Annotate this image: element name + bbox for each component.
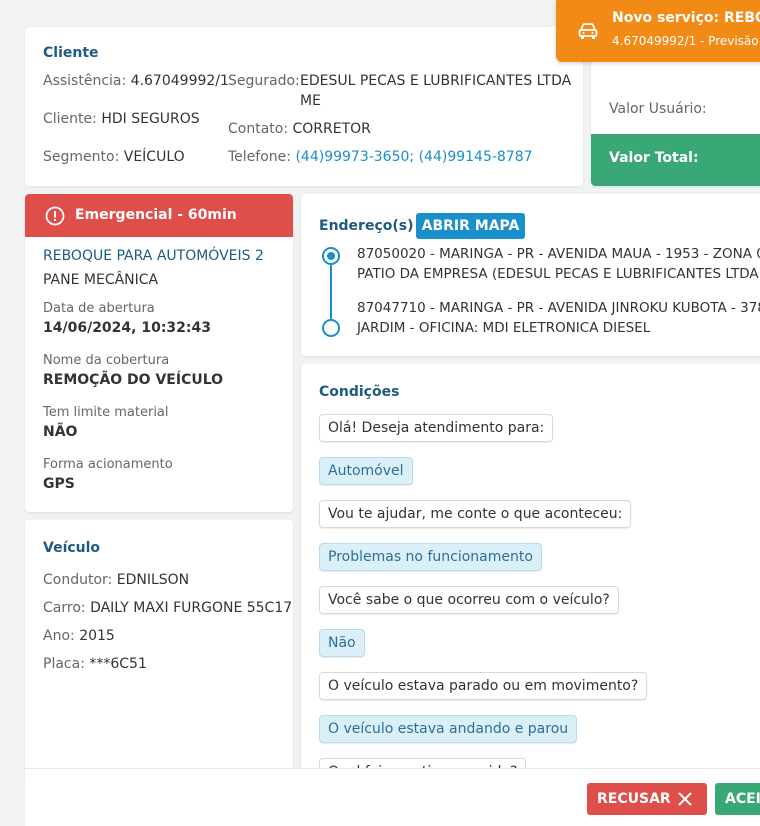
client-card-title: Cliente — [43, 45, 99, 61]
phone-label: Telefone: — [228, 149, 291, 165]
problem-type: PANE MECÂNICA — [43, 272, 159, 288]
year-field: Ano: 2015 — [43, 628, 115, 644]
year-label: Ano: — [43, 628, 75, 644]
service-details-card: Emergencial - 60min REBOQUE PARA AUTOMÓV… — [25, 194, 293, 512]
urgency-header: Emergencial - 60min — [25, 194, 293, 237]
plate-field: Placa: ***6C51 — [43, 656, 147, 672]
conditions-title: Condições — [319, 384, 400, 400]
client-field: Cliente: HDI SEGUROS — [43, 111, 200, 127]
contact-value: CORRETOR — [292, 121, 371, 137]
car-field: Carro: DAILY MAXI FURGONE 55C17 — [43, 600, 292, 616]
year-value: 2015 — [79, 628, 115, 644]
chat-question: O veículo estava parado ou em movimento? — [319, 672, 648, 700]
assistance-value: 4.67049992/1 — [130, 73, 229, 89]
origin-marker-icon — [322, 247, 340, 265]
open-map-button[interactable]: ABRIR MAPA — [416, 213, 525, 239]
plate-value: ***6C51 — [89, 656, 147, 672]
urgency-label: Emergencial - 60min — [75, 207, 237, 223]
destination-address-line1: 87047710 - MARINGA - PR - AVENIDA JINROK… — [357, 300, 760, 316]
address-card: Endereço(s) ABRIR MAPA 87050020 - MARING… — [301, 194, 760, 356]
coverage-label: Nome da cobertura — [43, 353, 170, 368]
segment-label: Segmento: — [43, 149, 120, 165]
vehicle-card-title: Veículo — [43, 540, 101, 556]
new-service-notification[interactable]: Novo serviço: REBOQUE 4.67049992/1 - Pre… — [556, 0, 760, 62]
opening-date-value: 14/06/2024, 10:32:43 — [43, 320, 211, 336]
segment-value: VEÍCULO — [123, 149, 185, 165]
material-limit-value: NÃO — [43, 424, 78, 440]
alert-circle-icon — [45, 206, 65, 226]
accept-button[interactable]: ACEITAR — [715, 783, 760, 815]
destination-address-line2: JARDIM - OFICINA: MDI ELETRONICA DIESEL — [357, 320, 651, 336]
opening-date-label: Data de abertura — [43, 301, 155, 316]
address-card-title: Endereço(s) — [319, 218, 414, 234]
assistance-field: Assistência: 4.67049992/1 — [43, 73, 229, 89]
insured-value-line2: ME — [300, 93, 321, 109]
driver-value: EDNILSON — [116, 572, 190, 588]
insured-value-line1: EDESUL PECAS E LUBRIFICANTES LTDA — [300, 73, 572, 89]
client-value: HDI SEGUROS — [101, 111, 200, 127]
chat-answer[interactable]: O veículo estava andando e parou — [319, 715, 578, 743]
phone-link[interactable]: (44)99973-3650; (44)99145-8787 — [295, 149, 532, 165]
client-card: Cliente Assistência: 4.67049992/1 Client… — [25, 27, 583, 186]
coverage-value: REMOÇÃO DO VEÍCULO — [43, 372, 224, 388]
plate-label: Placa: — [43, 656, 85, 672]
insured-label: Segurado: — [228, 73, 300, 89]
notification-title: Novo serviço: REBOQUE — [612, 10, 760, 26]
driver-label: Condutor: — [43, 572, 113, 588]
chat-question: Vou te ajudar, me conte o que aconteceu: — [319, 500, 632, 528]
reject-button[interactable]: RECUSAR — [587, 783, 707, 815]
client-label: Cliente: — [43, 111, 97, 127]
notification-subtitle: 4.67049992/1 - Previsão d — [612, 34, 760, 48]
phone-field: Telefone: (44)99973-3650; (44)99145-8787 — [228, 149, 533, 165]
chat-answer[interactable]: Não — [319, 629, 365, 657]
destination-marker-icon — [322, 319, 340, 337]
material-limit-label: Tem limite material — [43, 405, 169, 420]
driver-field: Condutor: EDNILSON — [43, 572, 189, 588]
route-line — [330, 265, 332, 320]
accept-button-label: ACEITAR — [725, 791, 760, 807]
assistance-label: Assistência: — [43, 73, 127, 89]
origin-address-line2: PATIO DA EMPRESA (EDESUL PECAS E LUBRIFI… — [357, 266, 760, 282]
segment-field: Segmento: VEÍCULO — [43, 149, 185, 165]
contact-field: Contato: CORRETOR — [228, 121, 371, 137]
origin-address-line1: 87050020 - MARINGA - PR - AVENIDA MAUA -… — [357, 246, 760, 262]
trigger-method-label: Forma acionamento — [43, 457, 173, 472]
conditions-card: Condições Olá! Deseja atendimento para: … — [301, 364, 760, 784]
service-name: REBOQUE PARA AUTOMÓVEIS 2 — [43, 248, 264, 264]
trigger-method-value: GPS — [43, 476, 75, 492]
chat-answer[interactable]: Problemas no funcionamento — [319, 543, 542, 571]
chat-question: Olá! Deseja atendimento para: — [319, 414, 554, 442]
car-label: Carro: — [43, 600, 86, 616]
car-value: DAILY MAXI FURGONE 55C17 — [90, 600, 293, 616]
user-value-label: Valor Usuário: — [609, 101, 707, 117]
vehicle-card: Veículo Condutor: EDNILSON Carro: DAILY … — [25, 520, 293, 780]
total-value-label: Valor Total: — [609, 150, 699, 166]
chat-answer[interactable]: Automóvel — [319, 457, 413, 485]
contact-label: Contato: — [228, 121, 289, 137]
close-icon — [678, 792, 692, 806]
car-icon — [578, 23, 598, 39]
reject-button-label: RECUSAR — [597, 791, 671, 807]
chat-question: Você sabe o que ocorreu com o veículo? — [319, 586, 619, 614]
total-value-bar: Valor Total: — [591, 134, 760, 186]
